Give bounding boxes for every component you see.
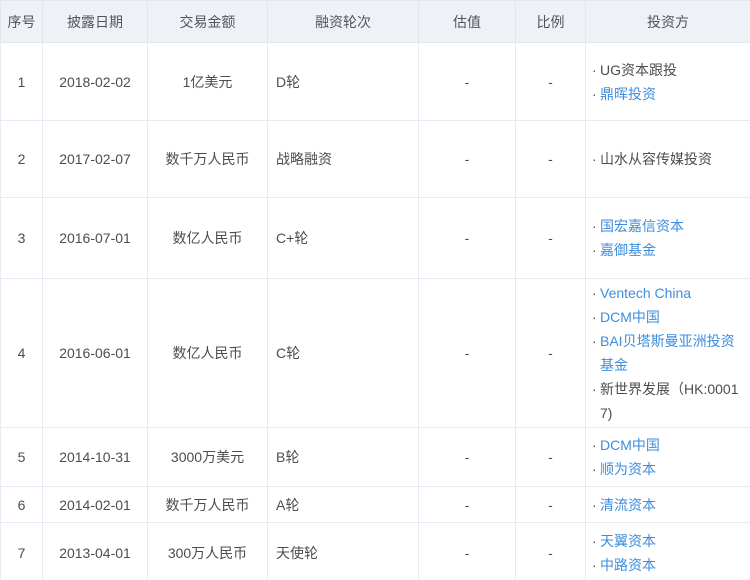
column-header-valuation: 估值 bbox=[418, 0, 516, 43]
table-row: 52014-10-313000万美元B轮--DCM中国顺为资本 bbox=[0, 427, 750, 487]
column-header-amount: 交易金额 bbox=[147, 0, 268, 43]
cell-round: A轮 bbox=[267, 486, 419, 523]
table-row: 12018-02-021亿美元D轮--UG资本跟投鼎晖投资 bbox=[0, 42, 750, 121]
investor-name: 山水从容传媒投资 bbox=[600, 151, 712, 167]
cell-date: 2018-02-02 bbox=[42, 42, 148, 121]
table-row: 72013-04-01300万人民币天使轮--天翼资本中路资本 bbox=[0, 522, 750, 580]
investor-link[interactable]: 嘉御基金 bbox=[600, 242, 656, 258]
investor-item: 国宏嘉信资本 bbox=[592, 214, 744, 238]
table-header: 序号 披露日期 交易金额 融资轮次 估值 比例 投资方 bbox=[0, 0, 750, 43]
table-row: 42016-06-01数亿人民币C轮--Ventech ChinaDCM中国BA… bbox=[0, 278, 750, 428]
cell-index: 7 bbox=[0, 522, 43, 580]
investor-link[interactable]: 鼎晖投资 bbox=[600, 86, 656, 102]
cell-round: C轮 bbox=[267, 278, 419, 428]
cell-amount: 数亿人民币 bbox=[147, 278, 268, 428]
cell-ratio: - bbox=[515, 197, 586, 279]
cell-valuation: - bbox=[418, 427, 516, 487]
investor-link[interactable]: DCM中国 bbox=[600, 437, 660, 453]
cell-amount: 数亿人民币 bbox=[147, 197, 268, 279]
column-header-ratio: 比例 bbox=[515, 0, 586, 43]
cell-valuation: - bbox=[418, 120, 516, 198]
investor-link[interactable]: 顺为资本 bbox=[600, 461, 656, 477]
cell-valuation: - bbox=[418, 278, 516, 428]
cell-ratio: - bbox=[515, 522, 586, 580]
investor-link[interactable]: 天翼资本 bbox=[600, 533, 656, 549]
cell-index: 4 bbox=[0, 278, 43, 428]
investor-link[interactable]: BAI贝塔斯曼亚洲投资基金 bbox=[600, 333, 735, 373]
cell-ratio: - bbox=[515, 486, 586, 523]
investor-item: 天翼资本 bbox=[592, 529, 744, 553]
investor-item: 新世界发展（HK:00017) bbox=[592, 377, 744, 425]
cell-date: 2016-07-01 bbox=[42, 197, 148, 279]
investor-item: Ventech China bbox=[592, 281, 744, 305]
cell-investors: DCM中国顺为资本 bbox=[585, 427, 750, 487]
cell-amount: 3000万美元 bbox=[147, 427, 268, 487]
cell-date: 2016-06-01 bbox=[42, 278, 148, 428]
investor-item: 中路资本 bbox=[592, 553, 744, 577]
investor-item: BAI贝塔斯曼亚洲投资基金 bbox=[592, 329, 744, 377]
cell-round: 天使轮 bbox=[267, 522, 419, 580]
investor-item: UG资本跟投 bbox=[592, 58, 744, 82]
investor-item: 清流资本 bbox=[592, 493, 744, 517]
cell-investors: 清流资本 bbox=[585, 486, 750, 523]
column-header-round: 融资轮次 bbox=[267, 0, 419, 43]
cell-amount: 1亿美元 bbox=[147, 42, 268, 121]
column-header-investors: 投资方 bbox=[585, 0, 750, 43]
cell-investors: 天翼资本中路资本 bbox=[585, 522, 750, 580]
cell-date: 2014-10-31 bbox=[42, 427, 148, 487]
investor-link[interactable]: 清流资本 bbox=[600, 497, 656, 513]
cell-ratio: - bbox=[515, 42, 586, 121]
cell-date: 2014-02-01 bbox=[42, 486, 148, 523]
investor-name: 新世界发展（HK:00017) bbox=[600, 381, 739, 421]
investor-name: UG资本跟投 bbox=[600, 61, 677, 78]
table-row: 32016-07-01数亿人民币C+轮--国宏嘉信资本嘉御基金 bbox=[0, 197, 750, 279]
cell-ratio: - bbox=[515, 278, 586, 428]
investor-link[interactable]: DCM中国 bbox=[600, 309, 660, 325]
cell-round: B轮 bbox=[267, 427, 419, 487]
financing-history-table-container: 序号 披露日期 交易金额 融资轮次 估值 比例 投资方 1 2018-02-02 1亿美元 D轮 -… bbox=[0, 0, 750, 580]
table-row: 22017-02-07数千万人民币战略融资--山水从容传媒投资 bbox=[0, 120, 750, 198]
investor-item: 顺为资本 bbox=[592, 457, 744, 481]
cell-investors: UG资本跟投鼎晖投资 bbox=[585, 42, 750, 121]
investor-link[interactable]: 中路资本 bbox=[600, 557, 656, 573]
cell-round: C+轮 bbox=[267, 197, 419, 279]
investor-item: 鼎晖投资 bbox=[592, 82, 744, 106]
column-header-date: 披露日期 bbox=[42, 0, 148, 43]
cell-investors: 国宏嘉信资本嘉御基金 bbox=[585, 197, 750, 279]
table-row: 62014-02-01数千万人民币A轮--清流资本 bbox=[0, 486, 750, 523]
cell-ratio: - bbox=[515, 120, 586, 198]
cell-valuation: - bbox=[418, 486, 516, 523]
table-header-row: 序号 披露日期 交易金额 融资轮次 估值 比例 投资方 bbox=[0, 0, 750, 43]
cell-index: 1 bbox=[0, 42, 43, 121]
cell-valuation: - bbox=[418, 42, 516, 121]
investor-item: 山水从容传媒投资 bbox=[592, 147, 744, 171]
column-header-index: 序号 bbox=[0, 0, 43, 43]
cell-amount: 数千万人民币 bbox=[147, 486, 268, 523]
investor-link[interactable]: Ventech China bbox=[600, 285, 691, 301]
cell-round: D轮 bbox=[267, 42, 419, 121]
cell-amount: 数千万人民币 bbox=[147, 120, 268, 198]
cell-index: 3 bbox=[0, 197, 43, 279]
cell-date: 2013-04-01 bbox=[42, 522, 148, 580]
investor-item: 嘉御基金 bbox=[592, 238, 744, 262]
cell-index: 5 bbox=[0, 427, 43, 487]
cell-valuation: - bbox=[418, 197, 516, 279]
cell-ratio: - bbox=[515, 427, 586, 487]
cell-investors: Ventech China DCM中国 BAI贝塔斯曼亚洲投资基金新世界发展（HK:… bbox=[585, 278, 750, 428]
cell-index: 6 bbox=[0, 486, 43, 523]
cell-valuation: - bbox=[418, 522, 516, 580]
cell-index: 2 bbox=[0, 120, 43, 198]
table-body: 12018-02-021亿美元D轮--UG资本跟投鼎晖投资22017-02-07… bbox=[0, 42, 750, 580]
investor-item: DCM中国 bbox=[592, 305, 744, 329]
financing-history-table: 序号 披露日期 交易金额 融资轮次 估值 比例 投资方 1 2018-02-02 1亿美元 D轮 -… bbox=[0, 0, 750, 580]
cell-amount: 300万人民币 bbox=[147, 522, 268, 580]
cell-round: 战略融资 bbox=[267, 120, 419, 198]
cell-investors: 山水从容传媒投资 bbox=[585, 120, 750, 198]
investor-item: DCM中国 bbox=[592, 433, 744, 457]
cell-date: 2017-02-07 bbox=[42, 120, 148, 198]
investor-link[interactable]: 国宏嘉信资本 bbox=[600, 218, 684, 234]
